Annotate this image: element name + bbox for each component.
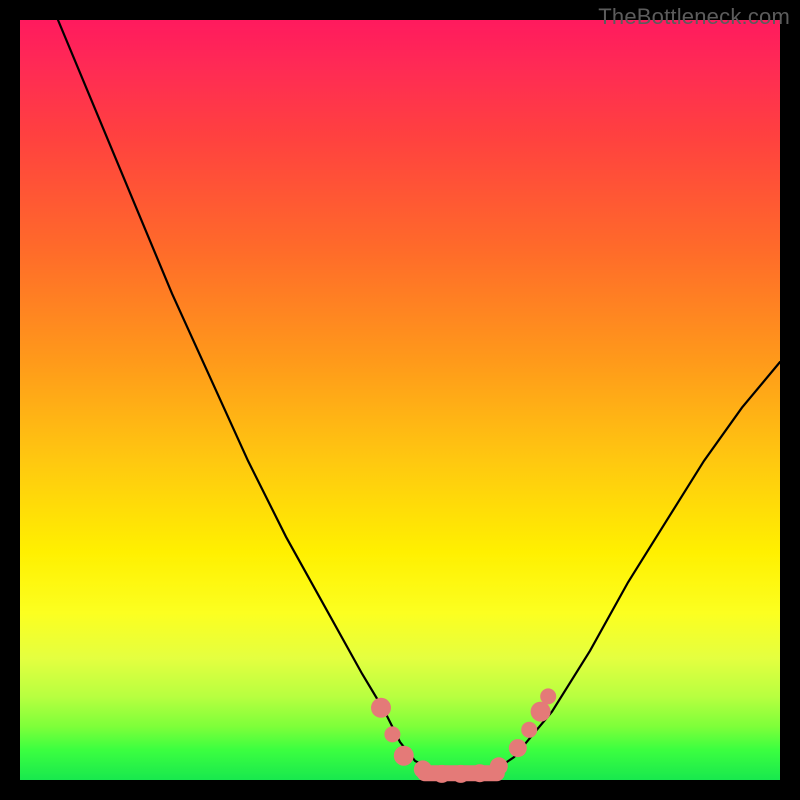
valley-marker xyxy=(394,746,414,766)
valley-marker xyxy=(433,765,451,783)
valley-marker xyxy=(471,764,489,782)
chart-svg xyxy=(20,20,780,780)
valley-marker xyxy=(414,760,432,778)
plot-area xyxy=(20,20,780,780)
outer-frame: TheBottleneck.com xyxy=(0,0,800,800)
valley-marker xyxy=(509,739,527,757)
valley-marker xyxy=(540,688,556,704)
valley-marker xyxy=(490,757,508,775)
curve-line xyxy=(58,20,780,776)
valley-marker xyxy=(521,722,537,738)
valley-marker xyxy=(452,765,470,783)
watermark-text: TheBottleneck.com xyxy=(598,4,790,30)
valley-markers xyxy=(371,688,556,783)
valley-marker xyxy=(384,726,400,742)
valley-marker xyxy=(531,702,551,722)
valley-marker xyxy=(371,698,391,718)
